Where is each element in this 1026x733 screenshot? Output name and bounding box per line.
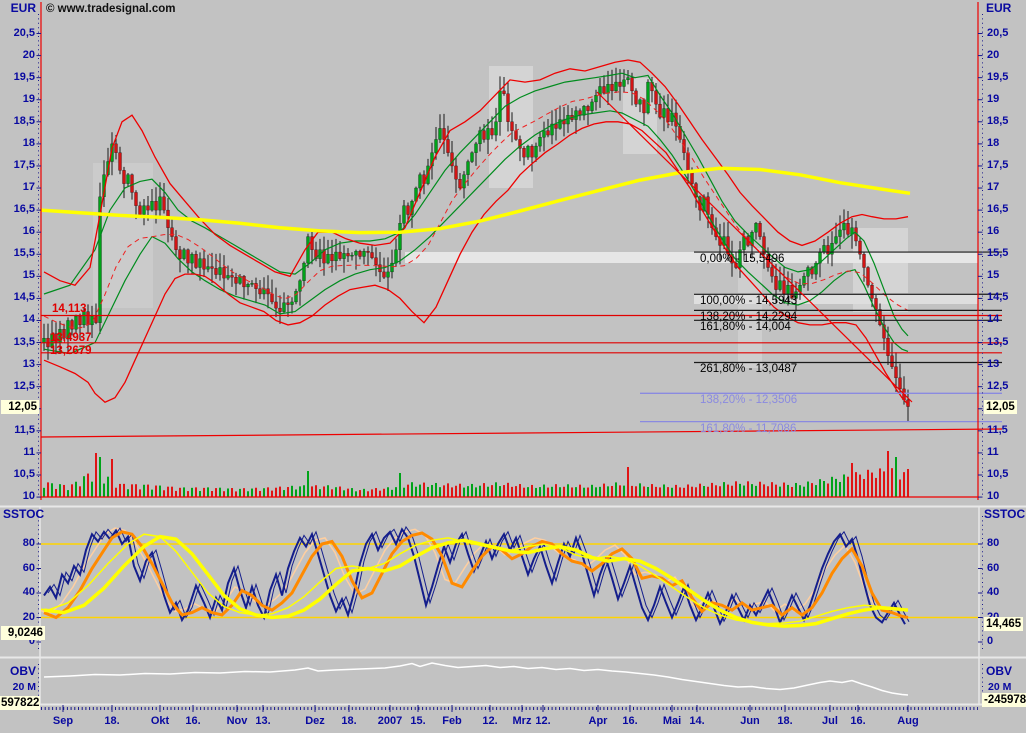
sstoc-value-label-right: 14,465 [984,617,1023,631]
obv-tick-label-left: 20 M [0,682,36,694]
last-price-label-right: 12,05 [984,400,1017,414]
sstoc-value-label-left: 9,0246 [1,626,45,640]
obv-tick-label-right: 20 M [988,682,1011,694]
obv-panel-title-right: OBV [986,665,1012,678]
sstoc-panel-title-right: SSTOC [984,508,1025,521]
chart-canvas[interactable] [0,0,1026,733]
obv-panel-title-left: OBV [0,665,36,678]
obv-value-label-right: -245978 [982,693,1026,707]
tradesignal-chart-window: 20,520,5202019,519,5191918,518,5181817,5… [0,0,1026,733]
sstoc-panel-title-left: SSTOC [3,508,44,521]
right-axis-currency-label: EUR [986,2,1011,15]
copyright-text: © www.tradesignal.com [46,3,175,16]
left-axis-currency-label: EUR [0,2,36,15]
last-price-label-left: 12,05 [1,400,39,414]
obv-value-label-left: 597822 [0,696,40,710]
